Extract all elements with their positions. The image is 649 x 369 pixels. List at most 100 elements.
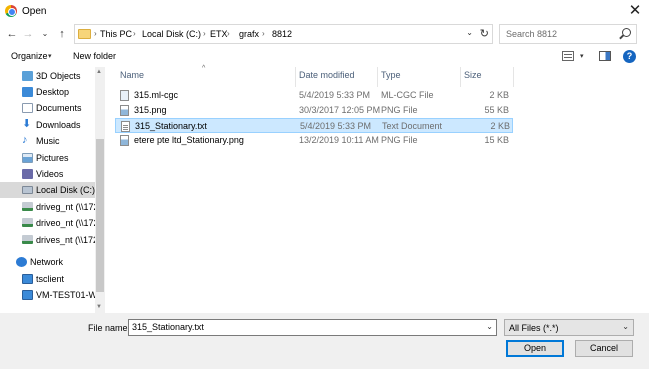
refresh-icon[interactable]: ↻ [480, 27, 489, 40]
sidebar-scrollbar[interactable]: ▲ ▼ [95, 67, 105, 313]
sidebar-item-label: drives_nt (\\172. [36, 235, 101, 245]
downloads-icon: ⬇ [22, 118, 32, 130]
file-name: 315.ml-cgc [134, 90, 179, 100]
file-name: etere pte ltd_Stationary.png [134, 135, 244, 145]
sidebar-item-music[interactable]: ♪ Music [0, 133, 95, 149]
address-bar[interactable]: › This PC › Local Disk (C:) › ETX › graf… [74, 24, 493, 44]
sidebar-item-network[interactable]: Network [0, 254, 95, 270]
column-header-name[interactable]: Name [120, 70, 144, 80]
sidebar-item-vm-test01[interactable]: VM-TEST01-W7 [0, 287, 102, 303]
scroll-up-icon[interactable]: ▲ [96, 69, 102, 75]
sidebar-item-tsclient[interactable]: tsclient [0, 271, 95, 287]
sidebar-item-driveg[interactable]: driveg_nt (\\172. [0, 199, 101, 215]
network-drive-icon [22, 235, 33, 244]
filetype-select[interactable]: All Files (*.*) ⌄ [504, 319, 634, 336]
file-size: 55 KB [484, 105, 509, 115]
file-type: Text Document [382, 121, 443, 131]
cancel-button[interactable]: Cancel [575, 340, 633, 357]
column-divider[interactable] [377, 67, 378, 87]
3d-objects-icon [22, 71, 33, 81]
dialog-footer: File name: 315_Stationary.txt ⌄ All File… [0, 313, 649, 369]
sidebar-item-pictures[interactable]: Pictures [0, 150, 95, 166]
open-button[interactable]: Open [506, 340, 564, 357]
sidebar-item-drives[interactable]: drives_nt (\\172. [0, 232, 101, 248]
folder-icon [78, 29, 91, 39]
desktop-icon [22, 87, 33, 97]
column-divider[interactable] [295, 67, 296, 87]
sidebar-item-driveo[interactable]: driveo_nt (\\172. [0, 215, 101, 231]
column-header-date[interactable]: Date modified [299, 70, 355, 80]
column-header-type[interactable]: Type [381, 70, 401, 80]
pictures-icon [22, 153, 33, 163]
preview-pane-icon[interactable] [599, 51, 611, 61]
sidebar-item-3d-objects[interactable]: 3D Objects [0, 68, 95, 84]
sidebar-item-downloads[interactable]: ⬇ Downloads [0, 117, 95, 133]
breadcrumb-grafx[interactable]: grafx [239, 29, 259, 39]
file-row-selected[interactable]: 315_Stationary.txt 5/4/2019 5:33 PM Text… [115, 118, 513, 133]
search-input[interactable]: Search 8812 [499, 24, 637, 44]
sidebar-item-label: Videos [36, 169, 64, 179]
view-chevron-icon[interactable]: ▾ [580, 52, 584, 60]
filename-label: File name: [88, 323, 131, 333]
breadcrumb-separator-icon: › [227, 29, 230, 38]
new-folder-button[interactable]: New folder [73, 51, 116, 61]
file-date: 13/2/2019 10:11 AM [299, 135, 379, 145]
file-row[interactable]: 315.png 30/3/2017 12:05 PM PNG File 55 K… [115, 103, 513, 118]
sidebar-item-label: 3D Objects [36, 71, 81, 81]
scroll-down-icon[interactable]: ▼ [96, 304, 102, 310]
up-arrow-icon[interactable]: ↑ [54, 26, 70, 42]
sidebar-item-label: Pictures [36, 153, 69, 163]
sort-ascending-icon: ^ [202, 65, 206, 72]
breadcrumb-separator-icon: › [203, 29, 206, 38]
file-type: ML-CGC File [381, 90, 434, 100]
videos-icon [22, 169, 33, 179]
text-file-icon [121, 121, 130, 132]
filename-dropdown-icon[interactable]: ⌄ [486, 322, 493, 331]
address-dropdown-icon[interactable]: ⌄ [466, 28, 473, 37]
breadcrumb-8812[interactable]: 8812 [272, 29, 292, 39]
toolbar: Organize ▾ New folder ▾ ? [0, 45, 649, 67]
breadcrumb-separator-icon: › [94, 29, 97, 38]
column-divider[interactable] [460, 67, 461, 87]
file-size: 2 KB [490, 121, 510, 131]
chrome-icon [5, 5, 17, 17]
sidebar-item-local-disk[interactable]: Local Disk (C:) [0, 182, 95, 198]
sidebar-item-label: driveg_nt (\\172. [36, 202, 102, 212]
window-title: Open [22, 6, 47, 17]
sidebar-item-label: Documents [36, 103, 82, 113]
sidebar-item-label: VM-TEST01-W7 [36, 290, 103, 300]
filetype-value: All Files (*.*) [509, 323, 559, 333]
organize-button[interactable]: Organize [11, 51, 48, 61]
filename-field[interactable]: 315_Stationary.txt ⌄ [128, 319, 497, 336]
file-size: 15 KB [484, 135, 509, 145]
change-view-icon[interactable] [562, 51, 574, 61]
sidebar-item-documents[interactable]: Documents [0, 100, 95, 116]
breadcrumb-local-disk[interactable]: Local Disk (C:) [142, 29, 201, 39]
search-icon [622, 28, 631, 37]
search-placeholder: Search 8812 [506, 29, 558, 39]
breadcrumb-this-pc[interactable]: This PC [100, 29, 132, 39]
sidebar-item-label: tsclient [36, 274, 65, 284]
title-bar: Open ✕ [0, 0, 649, 23]
column-header-size[interactable]: Size [464, 70, 482, 80]
sidebar-item-label: driveo_nt (\\172. [36, 218, 102, 228]
forward-arrow-icon[interactable]: → [20, 26, 36, 42]
file-row[interactable]: 315.ml-cgc 5/4/2019 5:33 PM ML-CGC File … [115, 88, 513, 103]
file-size: 2 KB [489, 90, 509, 100]
close-icon[interactable]: ✕ [626, 2, 644, 20]
computer-icon [22, 274, 33, 284]
breadcrumb-separator-icon: › [133, 29, 136, 38]
file-row[interactable]: etere pte ltd_Stationary.png 13/2/2019 1… [115, 133, 513, 148]
file-date: 5/4/2019 5:33 PM [299, 90, 371, 100]
recent-locations-chevron-icon[interactable]: ⌄ [37, 26, 53, 42]
column-divider[interactable] [513, 67, 514, 87]
chevron-down-icon: ⌄ [622, 322, 629, 331]
sidebar-item-videos[interactable]: Videos [0, 166, 95, 182]
scrollbar-thumb[interactable] [96, 139, 104, 292]
breadcrumb-etx[interactable]: ETX [210, 29, 228, 39]
sidebar-item-label: Downloads [36, 120, 81, 130]
file-icon [120, 90, 129, 101]
help-icon[interactable]: ? [623, 50, 636, 63]
back-arrow-icon[interactable]: ← [4, 26, 20, 42]
sidebar-item-desktop[interactable]: Desktop [0, 84, 95, 100]
